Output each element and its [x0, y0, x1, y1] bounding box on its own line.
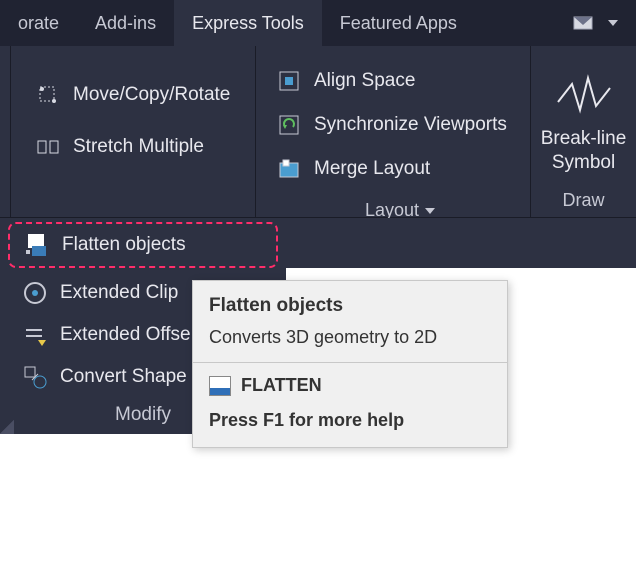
cmd-stretch-multiple[interactable]: Stretch Multiple: [29, 130, 255, 164]
cmd-merge-layout[interactable]: Merge Layout: [270, 152, 530, 186]
tab-featured-apps[interactable]: Featured Apps: [322, 0, 475, 46]
tooltip-divider: [193, 362, 507, 363]
panel-state-icon: [574, 14, 604, 32]
ribbon-group-layout: Align Space Synchronize Viewports Merge …: [256, 46, 530, 217]
merge-layout-icon: [276, 156, 302, 182]
stretch-multiple-icon: [35, 134, 61, 160]
cmd-synchronize-viewports[interactable]: Synchronize Viewports: [270, 108, 530, 142]
tooltip-flatten-objects: Flatten objects Converts 3D geometry to …: [192, 280, 508, 448]
tab-label: Add-ins: [95, 13, 156, 34]
chevron-down-icon: [425, 206, 435, 216]
cmd-flatten-objects[interactable]: Flatten objects: [8, 222, 278, 268]
extended-clip-icon: [22, 280, 48, 306]
cmd-label: Extended Offse: [60, 324, 191, 346]
panel-resize-grip[interactable]: [0, 420, 14, 434]
cmd-label: Move/Copy/Rotate: [73, 84, 230, 106]
group-title-label: Draw: [562, 190, 604, 211]
tooltip-command-row: FLATTEN: [209, 375, 491, 396]
tab-add-ins[interactable]: Add-ins: [77, 0, 174, 46]
synchronize-viewports-icon: [276, 112, 302, 138]
cmd-break-line-symbol[interactable]: [554, 64, 614, 127]
tooltip-title: Flatten objects: [209, 295, 491, 317]
tab-label: orate: [18, 13, 59, 34]
chevron-down-icon: [608, 18, 618, 28]
cmd-label: Merge Layout: [314, 158, 430, 180]
flatten-command-icon: [209, 376, 231, 396]
ribbon-group-modify-quick: Move/Copy/Rotate Stretch Multiple: [11, 46, 255, 217]
tooltip-description: Converts 3D geometry to 2D: [209, 327, 491, 348]
align-space-icon: [276, 68, 302, 94]
group-title-draw[interactable]: Draw: [562, 186, 604, 217]
tooltip-command-name: FLATTEN: [241, 375, 322, 396]
cmd-label: Synchronize Viewports: [314, 114, 507, 136]
quick-access-toolbar[interactable]: [574, 0, 636, 46]
tab-express-tools[interactable]: Express Tools: [174, 0, 322, 46]
cmd-label-line1: Break-line: [541, 127, 627, 152]
flatten-objects-icon: [24, 232, 50, 258]
ribbon-content: Move/Copy/Rotate Stretch Multiple Align …: [0, 46, 636, 218]
cmd-label: Stretch Multiple: [73, 136, 204, 158]
tab-label: Featured Apps: [340, 13, 457, 34]
tooltip-help-hint: Press F1 for more help: [209, 410, 491, 431]
move-copy-rotate-icon: [35, 82, 61, 108]
cmd-move-copy-rotate[interactable]: Move/Copy/Rotate: [29, 78, 255, 112]
extended-offset-icon: [22, 322, 48, 348]
cmd-align-space[interactable]: Align Space: [270, 64, 530, 98]
ribbon-group-draw: Break-line Symbol Draw: [531, 46, 636, 217]
break-line-icon: [554, 70, 614, 120]
tab-collaborate[interactable]: orate: [0, 0, 77, 46]
cmd-label: Extended Clip: [60, 282, 178, 304]
cmd-label: Align Space: [314, 70, 415, 92]
ribbon-tab-strip: orate Add-ins Express Tools Featured App…: [0, 0, 636, 46]
cmd-label: Convert Shape: [60, 366, 187, 388]
convert-shape-icon: [22, 364, 48, 390]
ribbon-overflow-strip: [286, 218, 636, 268]
tab-label: Express Tools: [192, 13, 304, 34]
panel-title-label: Modify: [115, 404, 171, 426]
cmd-label-line2: Symbol: [552, 151, 615, 176]
cmd-label: Flatten objects: [62, 234, 186, 256]
